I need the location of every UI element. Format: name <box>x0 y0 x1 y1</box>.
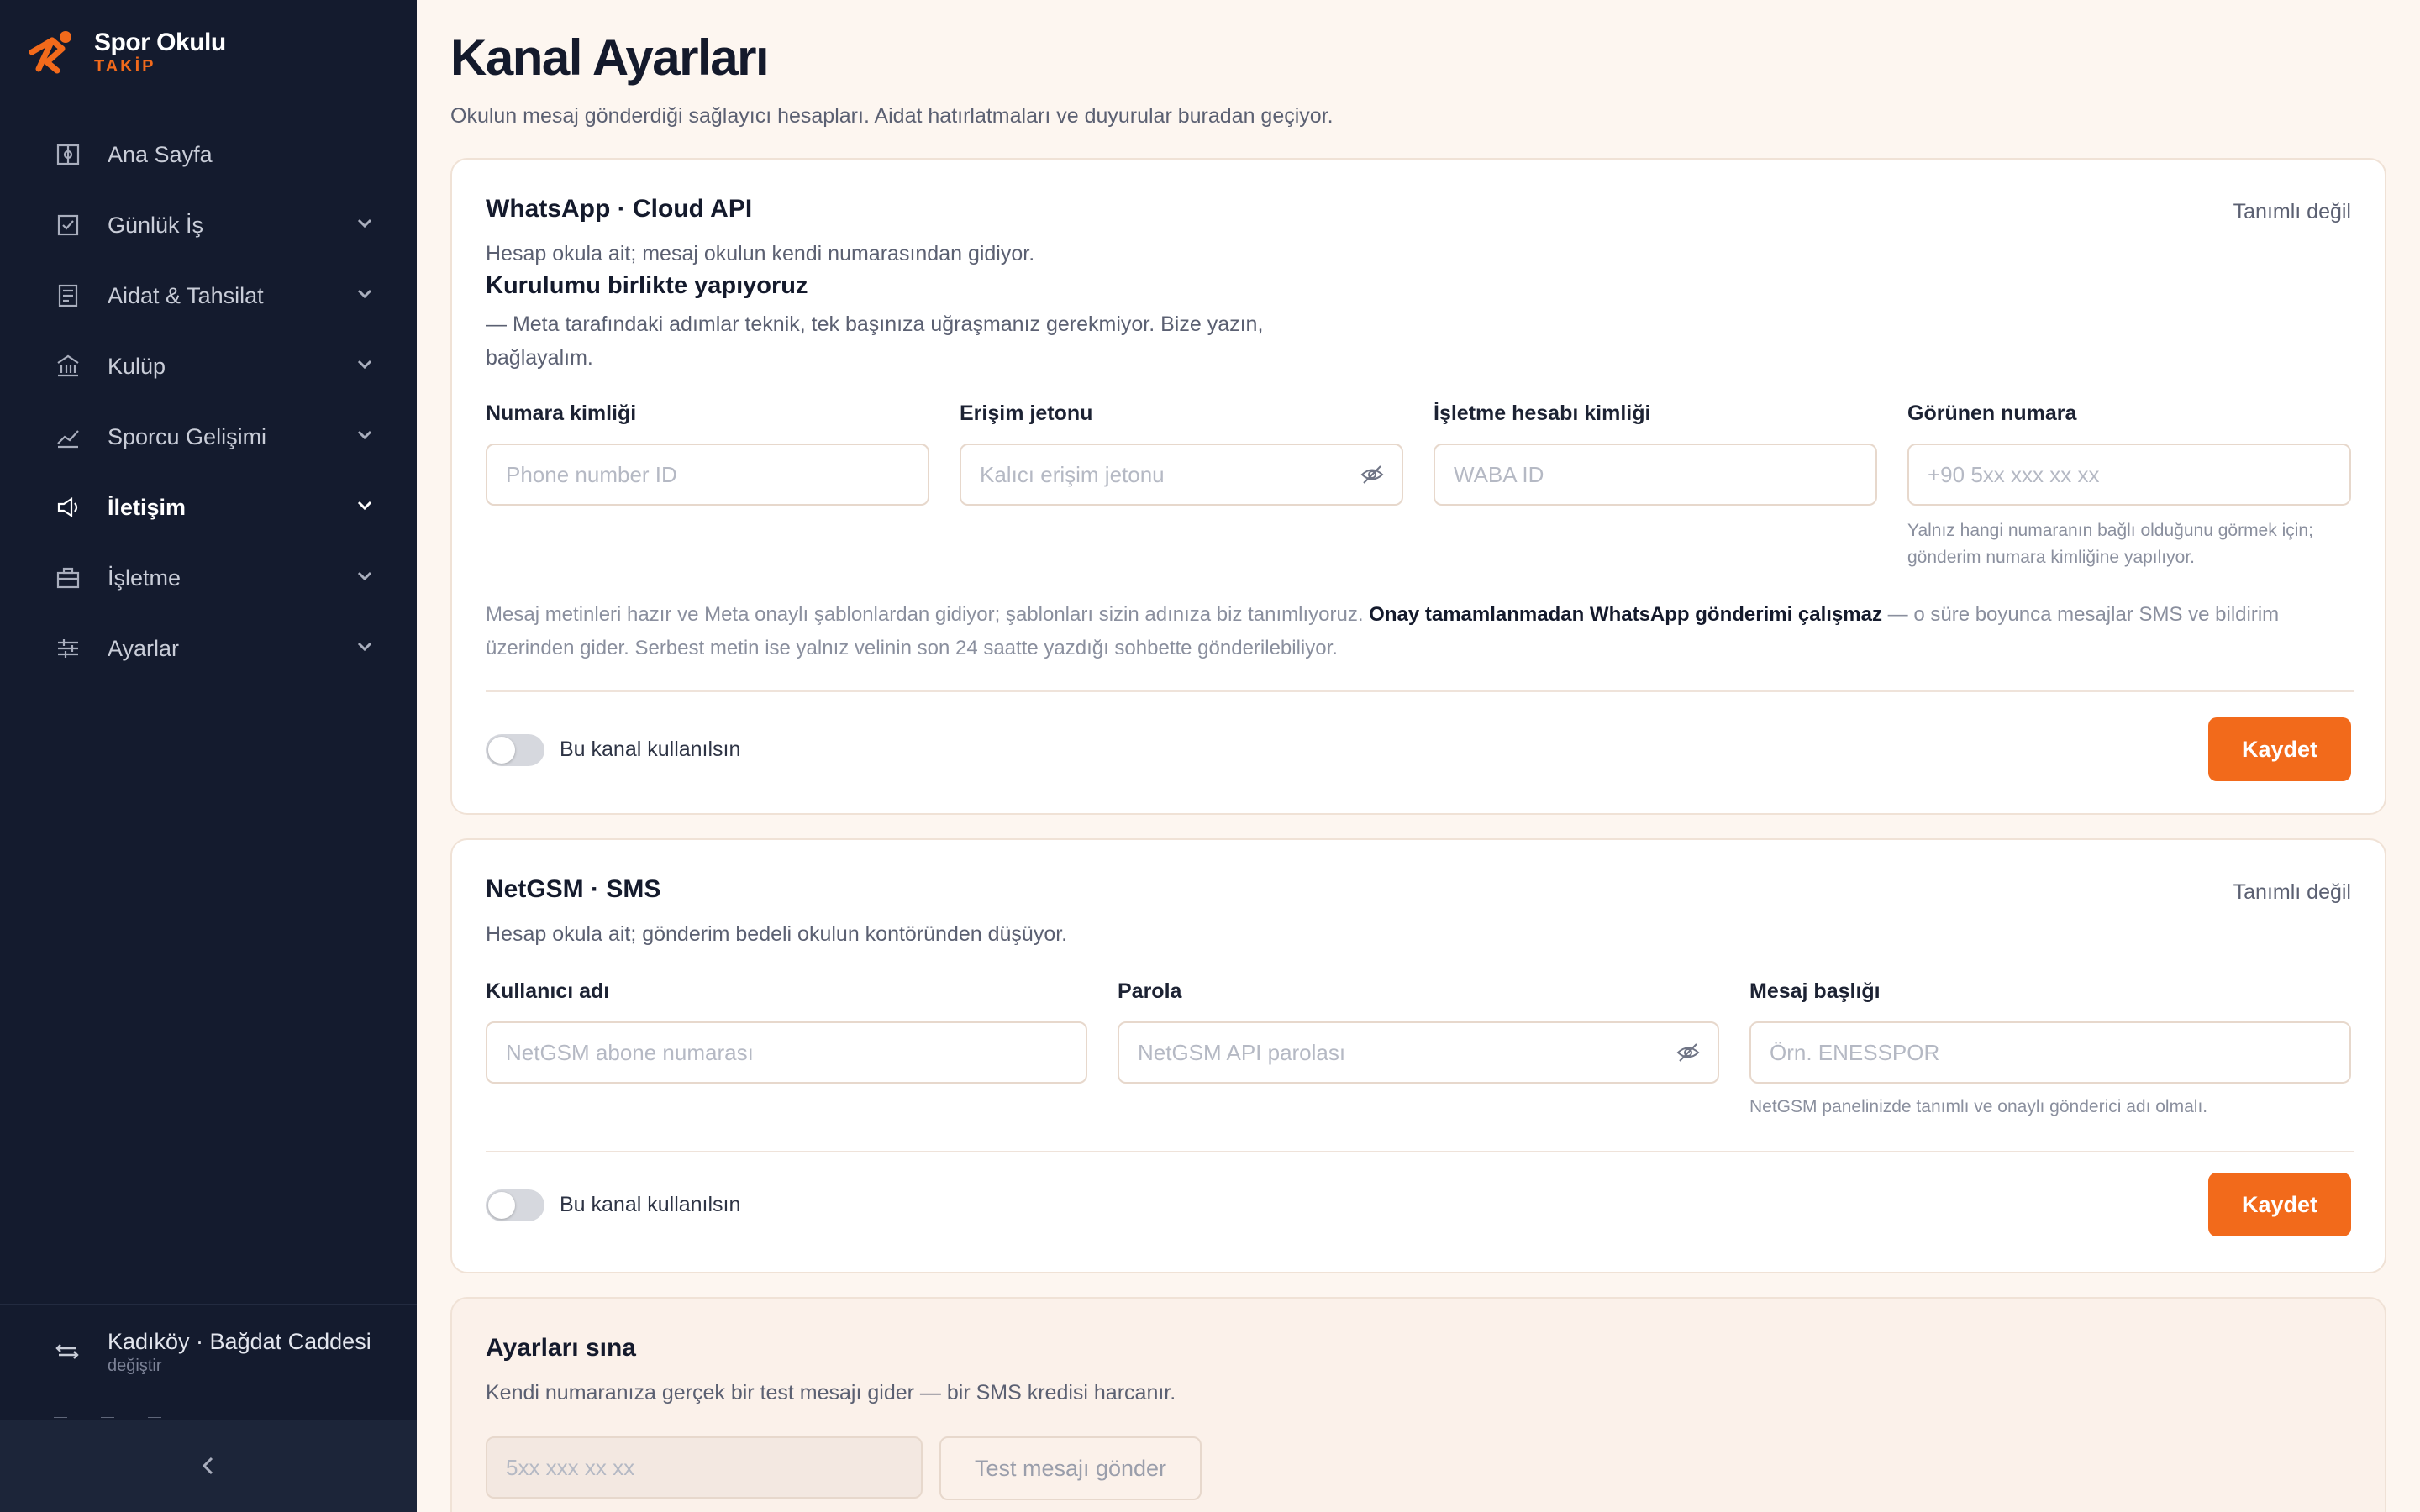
divider <box>486 1151 2354 1152</box>
whatsapp-enable-toggle[interactable] <box>486 734 544 766</box>
phone-id-input[interactable] <box>486 444 929 506</box>
display-number-hint-line-2: gönderim numara kimliğine yapılıyor. <box>1907 548 2195 567</box>
branch-change-link[interactable]: değiştir <box>108 1356 371 1376</box>
sidebar-item-label: İletişim <box>108 494 187 520</box>
sidebar-item-kulup[interactable]: Kulüp <box>0 331 417 402</box>
waba-id-input[interactable] <box>1434 444 1877 506</box>
sidebar-item-label: Sporcu Gelişimi <box>108 423 267 449</box>
divider <box>486 690 2354 692</box>
display-number-hint-line-1: Yalnız hangi numaranın bağlı olduğunu gö… <box>1907 521 2313 540</box>
netgsm-enable-toggle[interactable] <box>486 1189 544 1221</box>
page-description: Okulun mesaj gönderdiği sağlayıcı hesapl… <box>450 104 1334 128</box>
sidebar-item-label: Aidat & Tahsilat <box>108 282 264 308</box>
megaphone-icon <box>54 493 82 522</box>
access-token-label: Erişim jetonu <box>960 402 1093 425</box>
eye-off-icon[interactable] <box>1360 462 1385 487</box>
page-title: Kanal Ayarları <box>450 29 770 86</box>
sidebar-item-ana-sayfa[interactable]: Ana Sayfa <box>0 119 417 190</box>
sidebar-item-isletme[interactable]: İşletme <box>0 543 417 613</box>
branch-switcher[interactable]: Kadıköy · Bağdat Caddesi değiştir <box>54 1327 371 1376</box>
waba-id-label: İşletme hesabı kimliği <box>1434 402 1651 425</box>
sidebar-item-label: Ayarlar <box>108 635 180 661</box>
chevron-down-icon <box>355 495 375 521</box>
sidebar-item-gunluk-is[interactable]: Günlük İş <box>0 190 417 260</box>
sidebar-item-label: Günlük İş <box>108 212 204 238</box>
whatsapp-channel-card: WhatsApp · Cloud API Tanımlı değil Hesap… <box>450 158 2386 815</box>
card-title: WhatsApp · Cloud API <box>486 195 753 223</box>
access-token-input[interactable] <box>960 444 1403 506</box>
sidebar-item-label: İşletme <box>108 564 182 591</box>
chevron-down-icon <box>355 213 375 239</box>
send-test-message-button[interactable]: Test mesajı gönder <box>939 1436 1202 1500</box>
toggle-label: Bu kanal kullanılsın <box>560 738 741 761</box>
template-note: Mesaj metinleri hazır ve Meta onaylı şab… <box>486 598 2354 665</box>
briefcase-icon <box>54 564 82 592</box>
chevron-down-icon <box>355 354 375 380</box>
branch-name: Kadıköy · Bağdat Caddesi <box>108 1329 371 1354</box>
save-button[interactable]: Kaydet <box>2208 1173 2351 1236</box>
sidebar-item-ayarlar[interactable]: Ayarlar <box>0 613 417 684</box>
display-number-input[interactable] <box>1907 444 2351 506</box>
password-input[interactable] <box>1118 1021 1719 1084</box>
netgsm-channel-card: NetGSM · SMS Tanımlı değil Hesap okula a… <box>450 838 2386 1273</box>
sidebar-nav: Ana Sayfa Günlük İş Aidat & Tahsilat Kul… <box>0 119 417 684</box>
brand-subtitle: TAKİP <box>94 57 156 76</box>
receipt-icon <box>54 281 82 310</box>
eye-off-icon[interactable] <box>1676 1040 1701 1065</box>
sender-header-input[interactable] <box>1749 1021 2351 1084</box>
setup-title: Kurulumu birlikte yapıyoruz <box>486 272 808 299</box>
sender-header-hint: NetGSM panelinizde tanımlı ve onaylı gön… <box>1749 1097 2208 1116</box>
save-button[interactable]: Kaydet <box>2208 717 2351 781</box>
status-badge: Tanımlı değil <box>2233 880 2351 904</box>
display-number-label: Görünen numara <box>1907 402 2077 425</box>
test-phone-input[interactable] <box>486 1436 923 1499</box>
card-description: Kendi numaranıza gerçek bir test mesajı … <box>486 1381 1176 1404</box>
status-badge: Tanımlı değil <box>2233 200 2351 223</box>
brand[interactable]: Spor Okulu TAKİP <box>27 29 226 76</box>
chevron-down-icon <box>355 565 375 591</box>
sidebar-item-sporcu-gelisimi[interactable]: Sporcu Gelişimi <box>0 402 417 472</box>
building-icon <box>54 352 82 381</box>
setup-text-line-2: bağlayalım. <box>486 346 593 370</box>
card-title: Ayarları sına <box>486 1334 636 1362</box>
sidebar-item-label: Ana Sayfa <box>108 141 213 167</box>
phone-id-label: Numara kimliği <box>486 402 637 425</box>
checkbox-icon <box>54 211 82 239</box>
sidebar-next-item-peek <box>54 1410 222 1418</box>
brand-logo-icon <box>29 31 71 74</box>
brand-name: Spor Okulu <box>94 29 226 56</box>
sidebar-item-iletisim[interactable]: İletişim <box>0 472 417 543</box>
sidebar-item-label: Kulüp <box>108 353 166 379</box>
template-note-emphasis: Onay tamamlanmadan WhatsApp gönderimi ça… <box>1369 603 1882 626</box>
username-input[interactable] <box>486 1021 1087 1084</box>
chevron-left-icon <box>202 1457 213 1475</box>
toggle-label: Bu kanal kullanılsın <box>560 1193 741 1216</box>
username-label: Kullanıcı adı <box>486 979 610 1003</box>
password-label: Parola <box>1118 979 1182 1003</box>
sliders-icon <box>54 634 82 663</box>
template-note-text-3: üzerinden gider. Serbest metin ise yalnı… <box>486 637 1338 659</box>
collapse-sidebar-button[interactable] <box>0 1420 417 1512</box>
template-note-text: Mesaj metinleri hazır ve Meta onaylı şab… <box>486 603 1364 626</box>
card-description: Hesap okula ait; mesaj okulun kendi numa… <box>486 242 1035 265</box>
chevron-down-icon <box>355 283 375 309</box>
sender-header-label: Mesaj başlığı <box>1749 979 1881 1003</box>
test-settings-card: Ayarları sına Kendi numaranıza gerçek bi… <box>450 1297 2386 1512</box>
chevron-down-icon <box>355 636 375 662</box>
setup-text-line-1: — Meta tarafındaki adımlar teknik, tek b… <box>486 312 1264 336</box>
dashboard-icon <box>54 140 82 169</box>
sidebar-item-aidat-tahsilat[interactable]: Aidat & Tahsilat <box>0 260 417 331</box>
sidebar: Spor Okulu TAKİP Ana Sayfa Günlük İş Aid… <box>0 0 417 1512</box>
sidebar-divider <box>0 1304 417 1305</box>
card-title: NetGSM · SMS <box>486 875 661 903</box>
template-note-text-2: — o süre boyunca mesajlar SMS ve bildiri… <box>1887 603 2280 626</box>
chart-line-icon <box>54 423 82 451</box>
chevron-down-icon <box>355 424 375 450</box>
card-description: Hesap okula ait; gönderim bedeli okulun … <box>486 922 1068 946</box>
swap-icon <box>55 1344 79 1359</box>
